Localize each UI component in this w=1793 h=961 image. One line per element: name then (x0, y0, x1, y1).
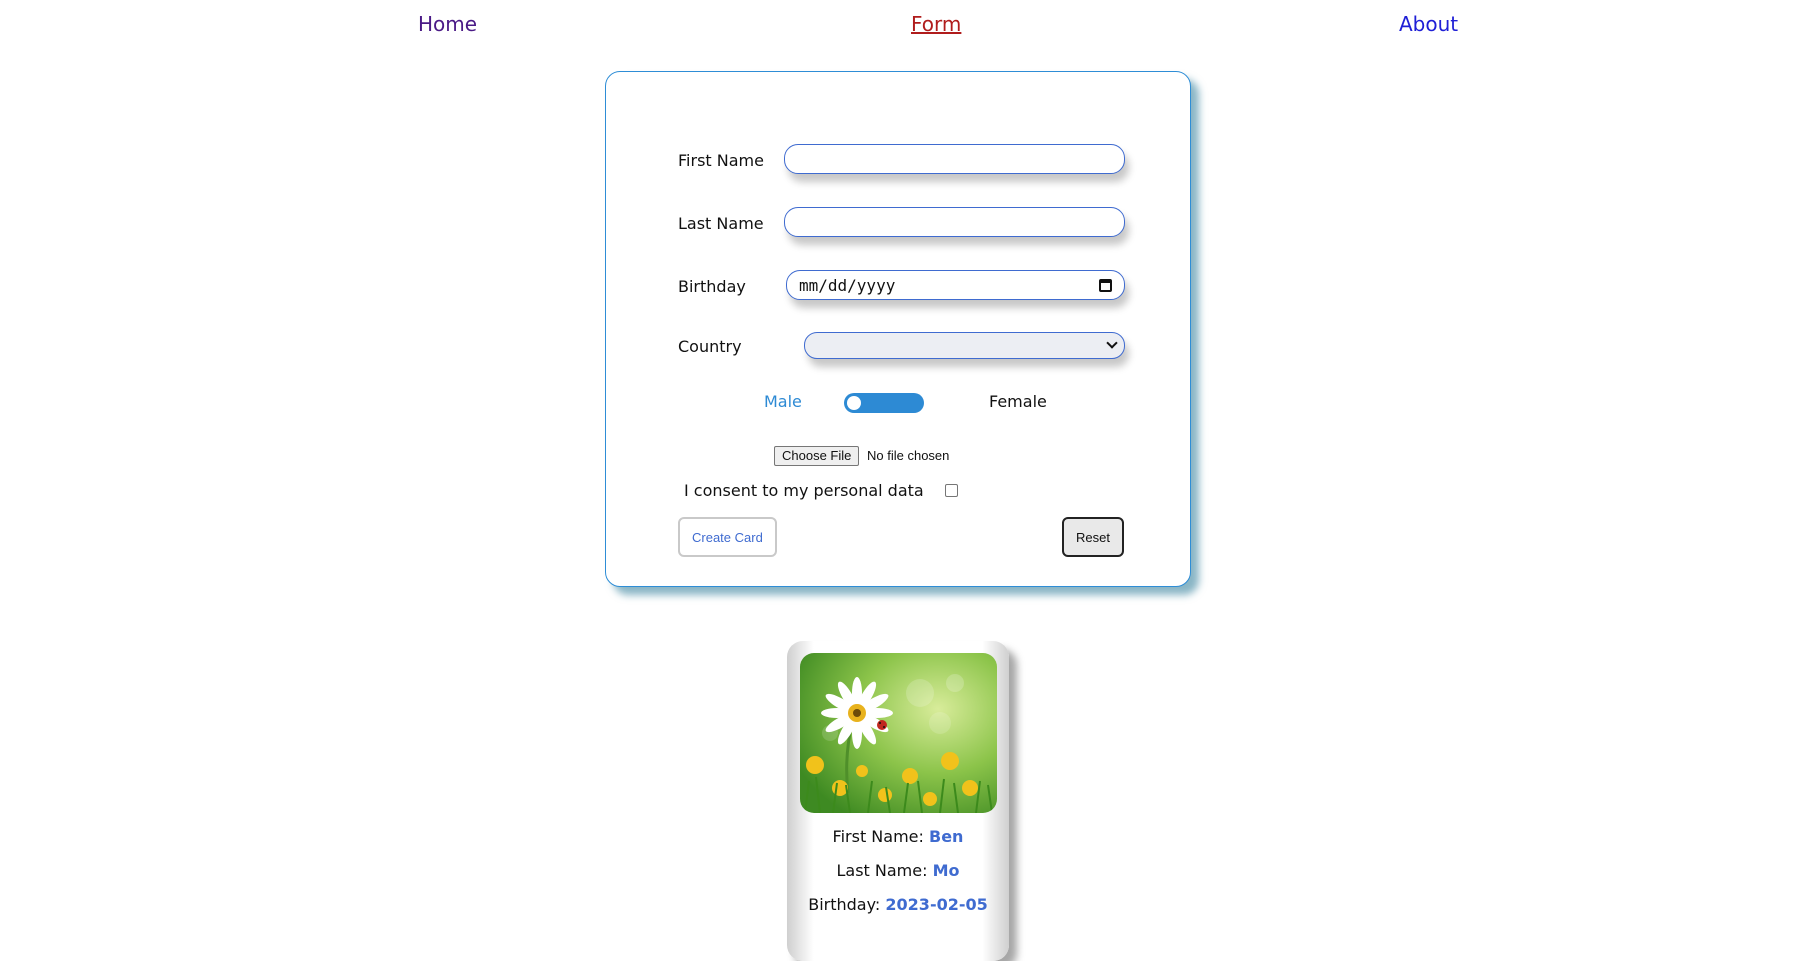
reset-button[interactable]: Reset (1062, 517, 1124, 557)
nav-home-link[interactable]: Home (418, 12, 477, 36)
card-image (800, 653, 997, 813)
chevron-down-icon (1106, 337, 1118, 349)
card-first-name: First Name: Ben (787, 827, 1009, 846)
card-last-name: Last Name: Mo (787, 861, 1009, 880)
user-card: First Name: Ben Last Name: Mo Birthday: … (787, 641, 1009, 961)
card-last-name-label: Last Name: (836, 861, 928, 880)
last-name-input[interactable] (784, 207, 1125, 237)
card-birthday-value: 2023-02-05 (885, 895, 988, 914)
country-select[interactable] (804, 332, 1125, 359)
daisy-meadow-image (800, 653, 997, 813)
gender-female-label: Female (989, 392, 1047, 411)
last-name-label: Last Name (678, 214, 764, 233)
nav-about-link[interactable]: About (1399, 12, 1458, 36)
card-birthday-label: Birthday: (808, 895, 881, 914)
file-status-text: No file chosen (867, 448, 950, 463)
toggle-knob (847, 396, 861, 410)
gender-toggle[interactable] (844, 393, 924, 413)
first-name-label: First Name (678, 151, 764, 170)
country-label: Country (678, 337, 742, 356)
calendar-icon[interactable] (1099, 278, 1112, 292)
birthday-placeholder: mm/dd/yyyy (799, 275, 896, 295)
consent-label: I consent to my personal data (684, 481, 924, 500)
consent-checkbox[interactable] (945, 484, 958, 497)
birthday-label: Birthday (678, 277, 746, 296)
create-card-button[interactable]: Create Card (678, 517, 777, 557)
gender-male-label: Male (764, 392, 802, 411)
card-first-name-label: First Name: (832, 827, 924, 846)
birthday-date-input[interactable]: mm/dd/yyyy (786, 270, 1125, 300)
card-last-name-value: Mo (932, 861, 960, 880)
card-first-name-value: Ben (929, 827, 964, 846)
card-birthday: Birthday: 2023-02-05 (787, 895, 1009, 914)
choose-file-button[interactable]: Choose File (774, 446, 860, 466)
form-panel: First Name Last Name Birthday mm/dd/yyyy… (605, 71, 1191, 587)
nav-form-link[interactable]: Form (911, 12, 961, 36)
first-name-input[interactable] (784, 144, 1125, 174)
